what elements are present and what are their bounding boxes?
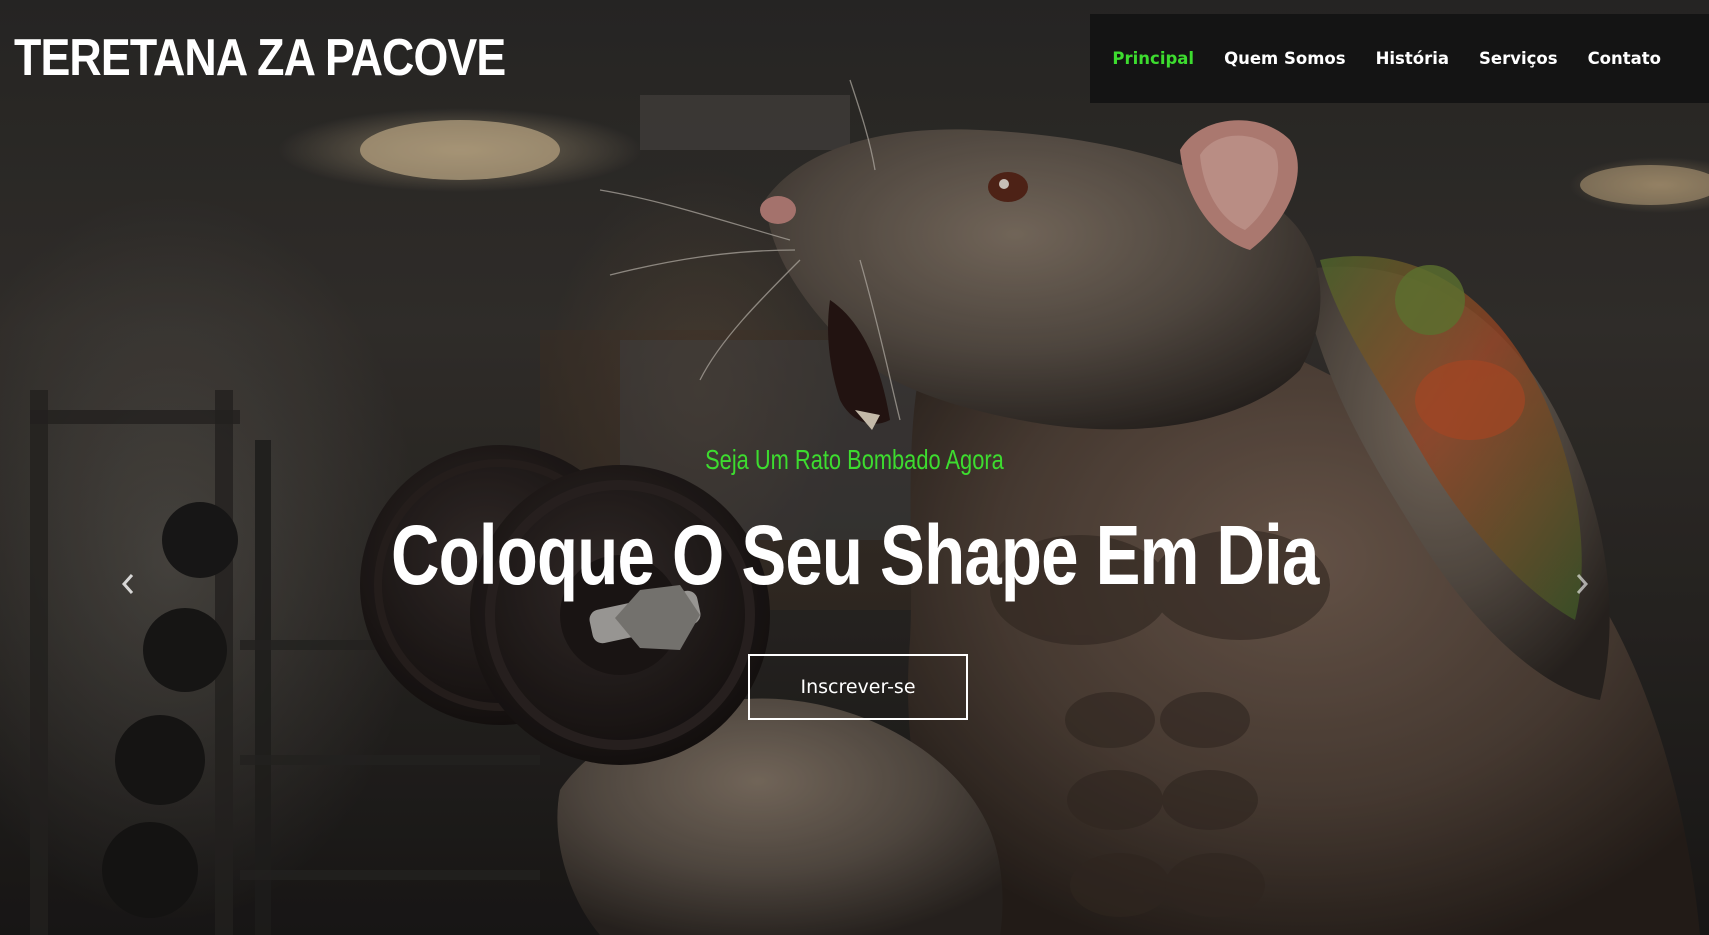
hero-section: TERETANA ZA PACOVE Principal Quem Somos … xyxy=(0,0,1709,935)
hero-tagline-text: Seja Um Rato Bombado Agora xyxy=(705,444,1004,475)
nav-item-principal[interactable]: Principal xyxy=(1112,49,1194,68)
site-logo[interactable]: TERETANA ZA PACOVE xyxy=(14,26,506,90)
main-navigation: Principal Quem Somos História Serviços C… xyxy=(1090,14,1709,103)
hero-headline: Coloque O Seu Shape Em Dia xyxy=(0,500,1709,610)
subscribe-button[interactable]: Inscrever-se xyxy=(748,654,968,720)
nav-item-quem-somos[interactable]: Quem Somos xyxy=(1224,49,1345,68)
nav-item-historia[interactable]: História xyxy=(1376,49,1449,68)
hero-headline-text: Coloque O Seu Shape Em Dia xyxy=(390,508,1319,602)
nav-item-contato[interactable]: Contato xyxy=(1588,49,1661,68)
nav-item-servicos[interactable]: Serviços xyxy=(1479,49,1558,68)
hero-tagline: Seja Um Rato Bombado Agora xyxy=(0,438,1709,482)
